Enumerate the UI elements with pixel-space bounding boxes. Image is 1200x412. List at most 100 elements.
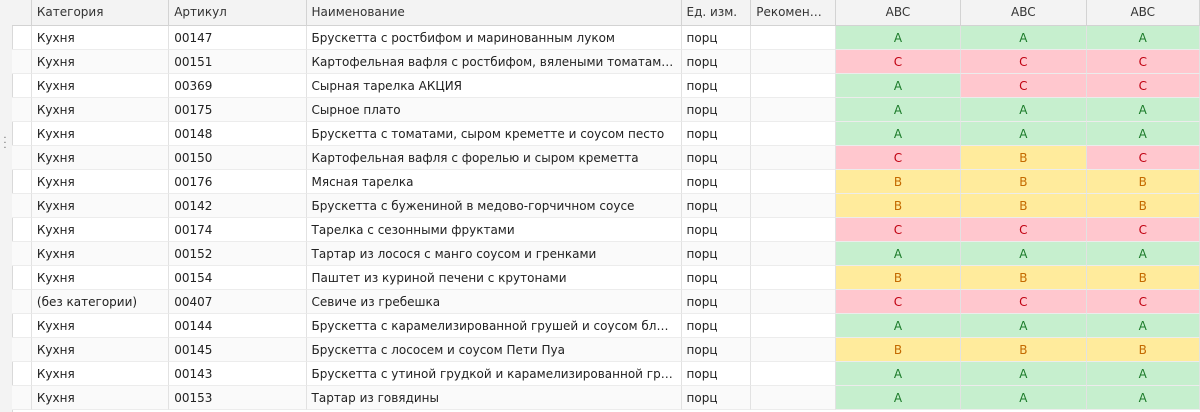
cell-abc-3[interactable]: B <box>1086 338 1200 362</box>
cell-abc-2[interactable]: A <box>961 314 1087 338</box>
cell-unit[interactable]: порц <box>681 146 752 170</box>
cell-article[interactable]: 00154 <box>169 266 307 290</box>
cell-recommended[interactable] <box>751 218 836 242</box>
table-row[interactable]: Кухня 00151 Картофельная вафля с ростбифом… <box>12 50 1200 74</box>
cell-category[interactable]: Кухня <box>31 266 170 290</box>
cell-recommended[interactable] <box>751 362 836 386</box>
cell-unit[interactable]: порц <box>681 314 752 338</box>
cell-abc-2[interactable]: A <box>961 386 1087 410</box>
row-indicator[interactable] <box>12 242 32 266</box>
cell-name[interactable]: Тартар из лосося с манго соусом и гренка… <box>306 242 682 266</box>
row-indicator[interactable] <box>12 386 32 410</box>
cell-abc-3[interactable]: A <box>1086 386 1200 410</box>
cell-unit[interactable]: порц <box>681 50 752 74</box>
cell-abc-1[interactable]: C <box>835 290 962 314</box>
cell-article[interactable]: 00153 <box>169 386 307 410</box>
cell-abc-1[interactable]: B <box>835 170 962 194</box>
cell-article[interactable]: 00145 <box>169 338 307 362</box>
row-indicator[interactable] <box>12 194 32 218</box>
table-row[interactable]: Кухня 00143 Брускетта с утиной грудкой и к… <box>12 362 1200 386</box>
column-header-article[interactable]: Артикул <box>169 0 307 25</box>
cell-abc-2[interactable]: C <box>961 50 1087 74</box>
cell-name[interactable]: Брускетта с ростбифом и маринованным лук… <box>306 26 682 50</box>
row-indicator[interactable] <box>12 122 32 146</box>
table-row[interactable]: Кухня 00145 Брускетта с лососем и соусом П… <box>12 338 1200 362</box>
cell-abc-3[interactable]: C <box>1086 146 1200 170</box>
cell-abc-3[interactable]: B <box>1086 170 1200 194</box>
cell-article[interactable]: 00174 <box>169 218 307 242</box>
column-header-abc-3[interactable]: ABC <box>1087 0 1200 25</box>
table-row[interactable]: Кухня 00142 Брускетта с бужениной в медово… <box>12 194 1200 218</box>
cell-category[interactable]: Кухня <box>31 122 170 146</box>
cell-name[interactable]: Картофельная вафля с ростбифом, вялеными… <box>306 50 682 74</box>
cell-abc-1[interactable]: C <box>835 218 962 242</box>
cell-name[interactable]: Сырное плато <box>306 98 682 122</box>
cell-article[interactable]: 00147 <box>169 26 307 50</box>
cell-abc-3[interactable]: A <box>1086 26 1200 50</box>
table-row[interactable]: Кухня 00150 Картофельная вафля с форелью и… <box>12 146 1200 170</box>
table-row[interactable]: (без категории) 00407 Севиче из гребешка по… <box>12 290 1200 314</box>
cell-name[interactable]: Брускетта с бужениной в медово-горчичном… <box>306 194 682 218</box>
cell-recommended[interactable] <box>751 386 836 410</box>
cell-name[interactable]: Севиче из гребешка <box>306 290 682 314</box>
cell-abc-3[interactable]: C <box>1086 74 1200 98</box>
row-indicator[interactable] <box>12 50 32 74</box>
cell-name[interactable]: Брускетта с утиной грудкой и карамелизир… <box>306 362 682 386</box>
cell-unit[interactable]: порц <box>681 194 752 218</box>
cell-category[interactable]: Кухня <box>31 362 170 386</box>
column-header-recommended[interactable]: Рекомендованная цена <box>751 0 836 25</box>
cell-abc-1[interactable]: A <box>835 74 962 98</box>
table-row[interactable]: Кухня 00144 Брускетта с карамелизированной… <box>12 314 1200 338</box>
cell-abc-1[interactable]: A <box>835 314 962 338</box>
cell-abc-3[interactable]: B <box>1086 266 1200 290</box>
cell-abc-2[interactable]: A <box>961 98 1087 122</box>
table-row[interactable]: Кухня 00152 Тартар из лосося с манго соусо… <box>12 242 1200 266</box>
cell-abc-2[interactable]: A <box>961 122 1087 146</box>
cell-category[interactable]: Кухня <box>31 194 170 218</box>
cell-abc-2[interactable]: B <box>961 170 1087 194</box>
cell-unit[interactable]: порц <box>681 362 752 386</box>
column-header-category[interactable]: Категория <box>32 0 170 25</box>
cell-abc-1[interactable]: C <box>835 146 962 170</box>
cell-unit[interactable]: порц <box>681 98 752 122</box>
cell-article[interactable]: 00407 <box>169 290 307 314</box>
cell-recommended[interactable] <box>751 146 836 170</box>
cell-unit[interactable]: порц <box>681 338 752 362</box>
cell-name[interactable]: Тарелка с сезонными фруктами <box>306 218 682 242</box>
cell-category[interactable]: Кухня <box>31 338 170 362</box>
cell-recommended[interactable] <box>751 290 836 314</box>
cell-unit[interactable]: порц <box>681 266 752 290</box>
row-indicator[interactable] <box>12 74 32 98</box>
cell-recommended[interactable] <box>751 50 836 74</box>
cell-abc-1[interactable]: B <box>835 194 962 218</box>
cell-abc-3[interactable]: A <box>1086 314 1200 338</box>
cell-unit[interactable]: порц <box>681 122 752 146</box>
table-row[interactable]: Кухня 00176 Мясная тарелка порц B B B <box>12 170 1200 194</box>
cell-recommended[interactable] <box>751 242 836 266</box>
column-header-name[interactable]: Наименование <box>307 0 682 25</box>
cell-recommended[interactable] <box>751 26 836 50</box>
cell-abc-2[interactable]: C <box>961 218 1087 242</box>
cell-article[interactable]: 00176 <box>169 170 307 194</box>
cell-abc-3[interactable]: C <box>1086 218 1200 242</box>
row-indicator[interactable] <box>12 314 32 338</box>
cell-unit[interactable]: порц <box>681 386 752 410</box>
cell-name[interactable]: Картофельная вафля с форелью и сыром кре… <box>306 146 682 170</box>
cell-abc-2[interactable]: C <box>961 290 1087 314</box>
cell-article[interactable]: 00142 <box>169 194 307 218</box>
cell-unit[interactable]: порц <box>681 290 752 314</box>
column-header-unit[interactable]: Ед. изм. <box>682 0 752 25</box>
cell-name[interactable]: Тартар из говядины <box>306 386 682 410</box>
table-row[interactable]: Кухня 00153 Тартар из говядины порц A A A <box>12 386 1200 410</box>
row-indicator[interactable] <box>12 338 32 362</box>
cell-abc-2[interactable]: A <box>961 362 1087 386</box>
cell-category[interactable]: Кухня <box>31 98 170 122</box>
cell-recommended[interactable] <box>751 266 836 290</box>
cell-recommended[interactable] <box>751 170 836 194</box>
table-row[interactable]: Кухня 00174 Тарелка с сезонными фруктами по… <box>12 218 1200 242</box>
cell-category[interactable]: Кухня <box>31 74 170 98</box>
cell-article[interactable]: 00150 <box>169 146 307 170</box>
cell-name[interactable]: Брускетта с томатами, сыром креметте и с… <box>306 122 682 146</box>
cell-recommended[interactable] <box>751 338 836 362</box>
drag-handle-icon[interactable]: · · · <box>2 134 8 154</box>
